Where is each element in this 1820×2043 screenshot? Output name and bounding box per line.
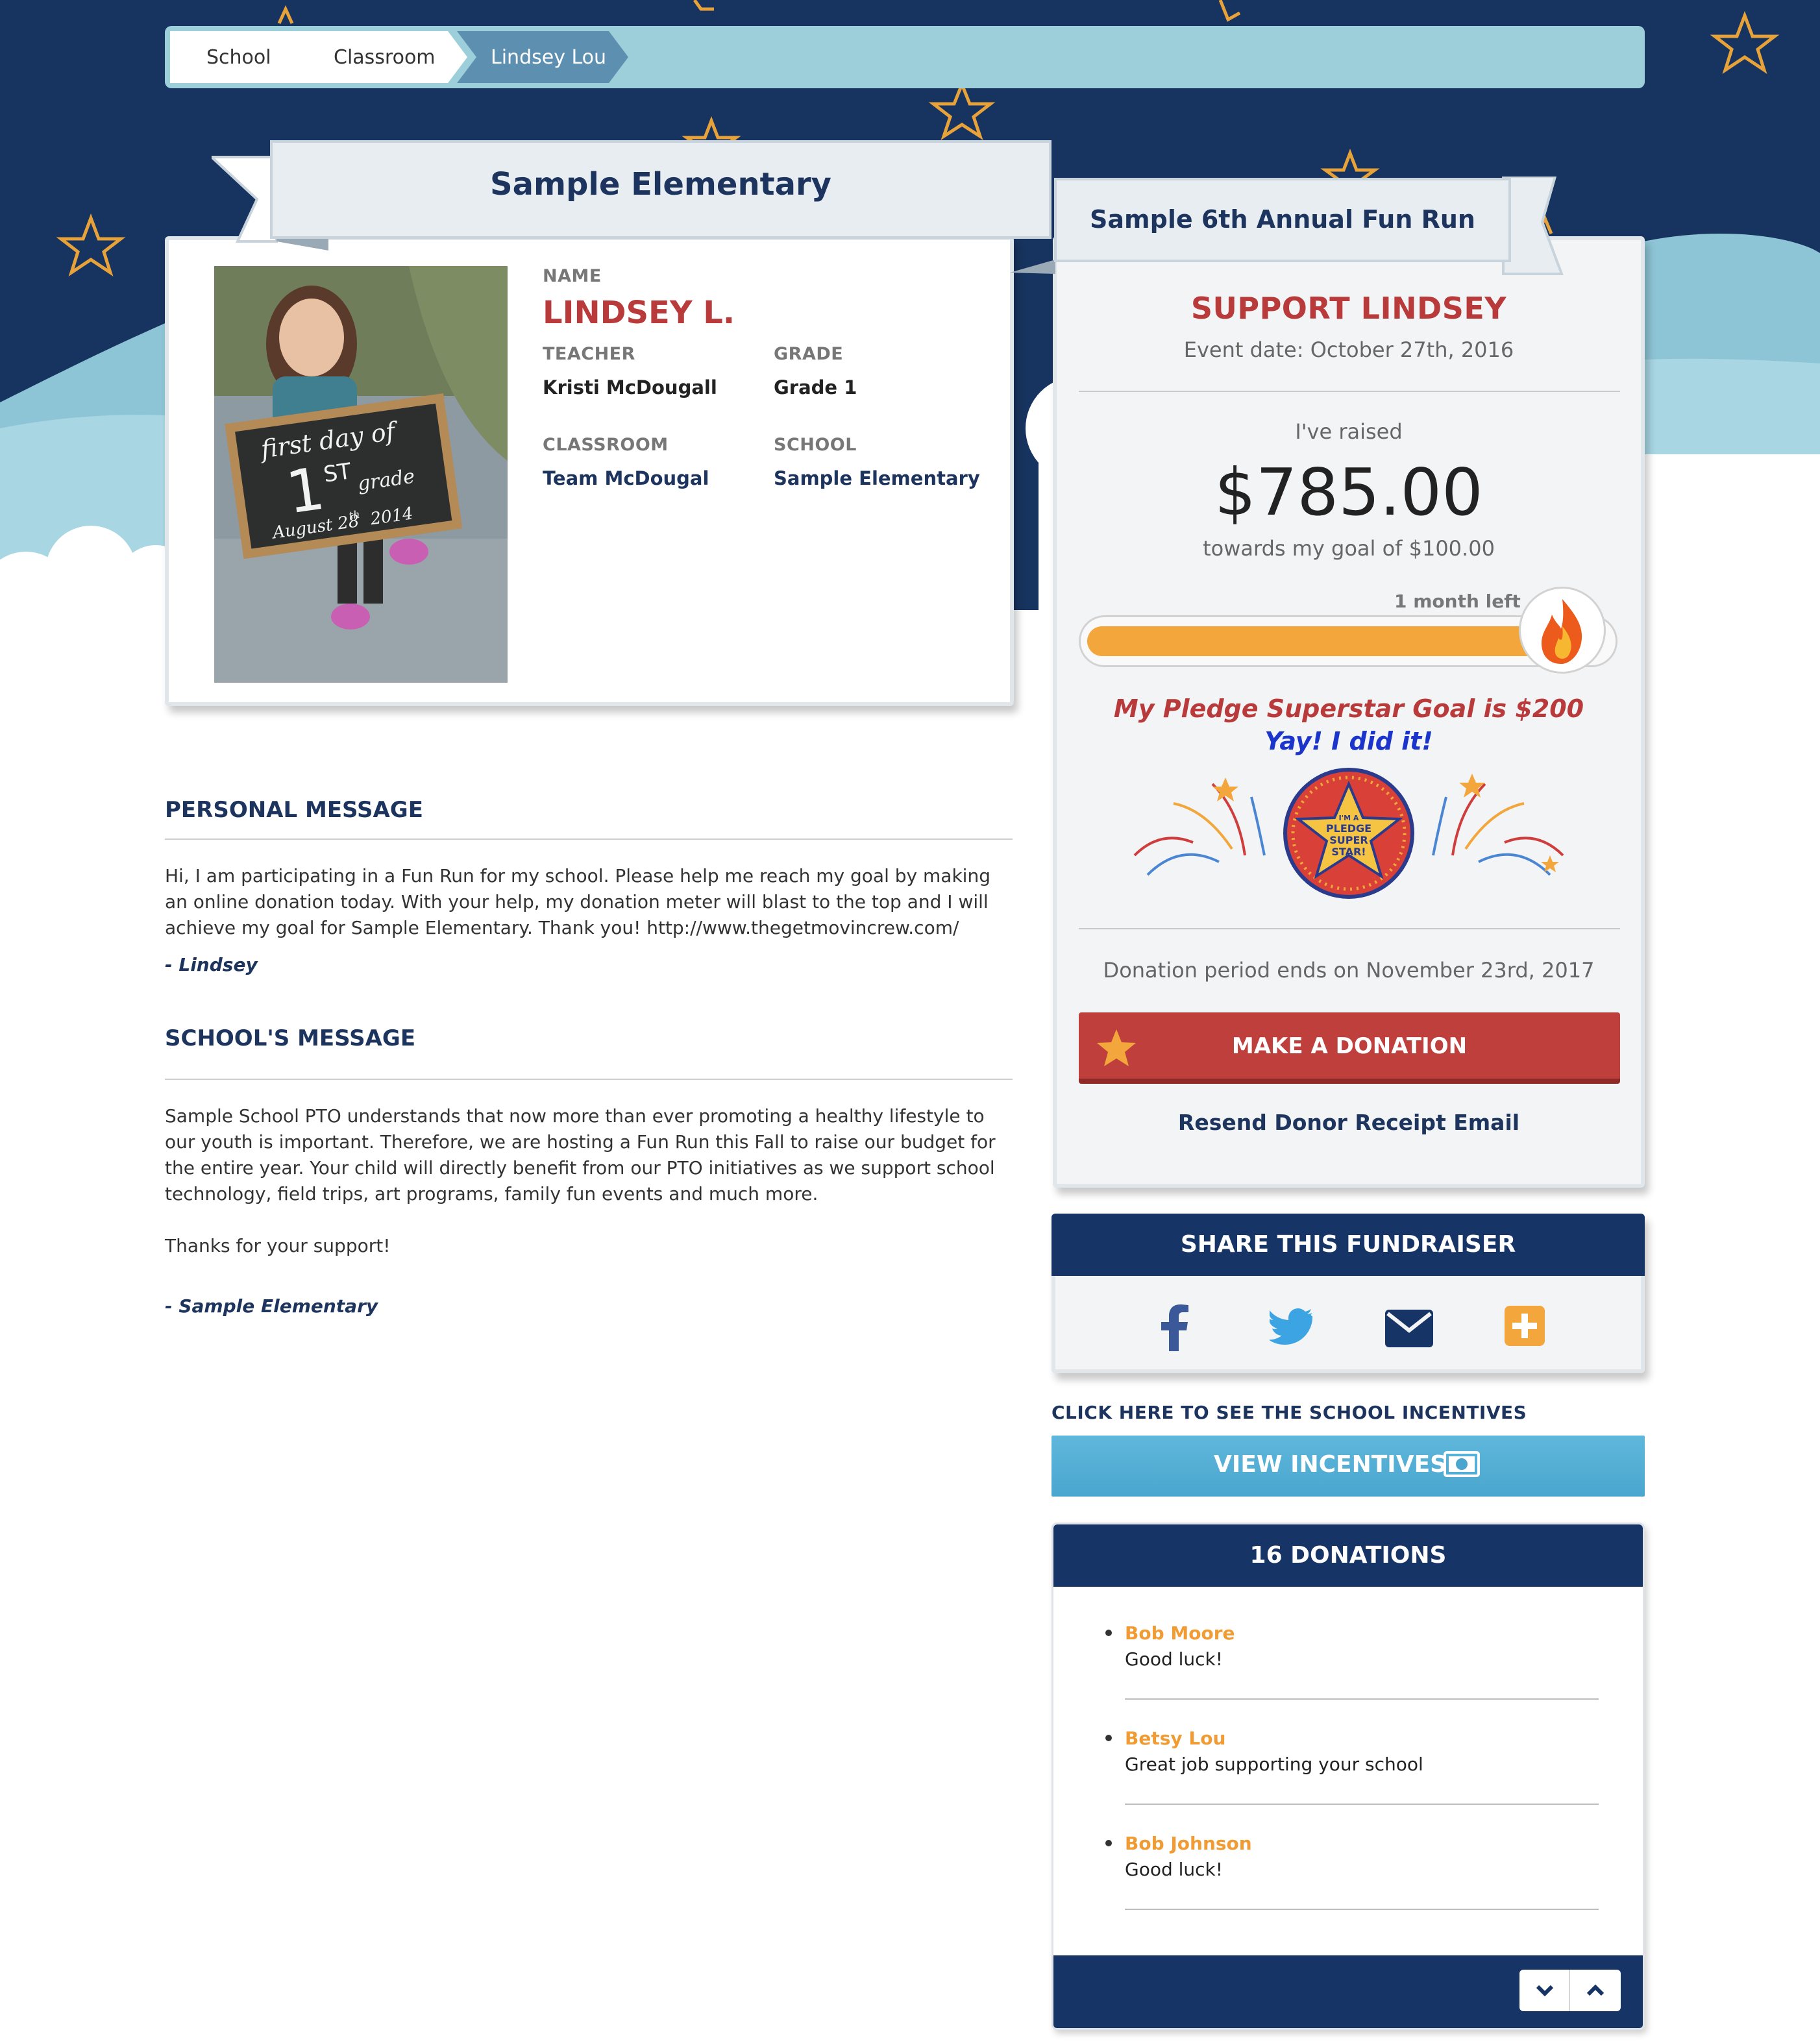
- event-date: Event date: October 27th, 2016: [1183, 337, 1514, 362]
- teacher-label: TEACHER: [543, 344, 635, 364]
- scroll-down-button[interactable]: [1519, 1970, 1570, 2011]
- breadcrumb-classroom-label: Classroom: [334, 45, 436, 69]
- resend-receipt-link[interactable]: Resend Donor Receipt Email: [1057, 1110, 1641, 1135]
- divider: [1079, 928, 1620, 929]
- school-message-title: SCHOOL'S MESSAGE: [165, 1025, 416, 1051]
- event-ribbon: Sample 6th Annual Fun Run: [984, 175, 1568, 280]
- divider: [1125, 1909, 1599, 1910]
- bullet: [1105, 1630, 1112, 1636]
- divider: [1125, 1698, 1599, 1700]
- flame-icon: [1519, 587, 1606, 674]
- goal-text: towards my goal of $100.00: [1203, 536, 1495, 561]
- donations-panel: 16 DONATIONS Bob Moore Good luck! Betsy …: [1051, 1523, 1645, 2030]
- facebook-icon[interactable]: [1159, 1304, 1189, 1354]
- grade-label: GRADE: [774, 344, 844, 364]
- school-message-thanks: Thanks for your support!: [165, 1235, 391, 1256]
- breadcrumb: School Classroom Lindsey Lou: [165, 26, 1645, 88]
- goal-achieved-text: Yay! I did it!: [1264, 727, 1433, 755]
- school-link[interactable]: Sample Elementary: [774, 467, 980, 489]
- breadcrumb-school-label: School: [206, 45, 271, 69]
- raised-label: I've raised: [1295, 419, 1403, 444]
- grade-value: Grade 1: [774, 376, 857, 398]
- view-incentives-label: VIEW INCENTIVES: [1214, 1451, 1447, 1478]
- support-card: SUPPORT LINDSEY Event date: October 27th…: [1053, 236, 1645, 1188]
- donation-item: Bob Moore Good luck!: [1105, 1621, 1599, 1700]
- donor-name: Bob Moore: [1125, 1622, 1235, 1644]
- donor-name: Betsy Lou: [1125, 1728, 1226, 1749]
- view-incentives-button[interactable]: VIEW INCENTIVES: [1051, 1436, 1645, 1497]
- make-donation-button[interactable]: MAKE A DONATION: [1079, 1012, 1620, 1084]
- pledge-superstar-badge: I'M A PLEDGE SUPER STAR!: [1122, 765, 1576, 901]
- donations-title: 16 DONATIONS: [1053, 1524, 1643, 1587]
- donations-footer: [1053, 1955, 1643, 2028]
- school-message-signature: - Sample Elementary: [165, 1295, 378, 1317]
- badge-line1: I'M A: [1339, 814, 1359, 822]
- breadcrumb-classroom[interactable]: Classroom: [297, 31, 467, 83]
- share-panel: SHARE THIS FUNDRAISER: [1051, 1214, 1645, 1373]
- school-ribbon-title: Sample Elementary: [490, 166, 831, 202]
- classroom-link[interactable]: Team McDougal: [543, 467, 709, 489]
- name-label: NAME: [543, 266, 602, 286]
- time-left: 1 month left: [1394, 591, 1521, 612]
- cash-icon: [1444, 1451, 1480, 1477]
- divider: [1125, 1804, 1599, 1805]
- incentives-cta: CLICK HERE TO SEE THE SCHOOL INCENTIVES: [1051, 1402, 1527, 1423]
- raised-amount: $785.00: [1214, 454, 1483, 530]
- support-title: SUPPORT LINDSEY: [1190, 291, 1507, 326]
- bullet: [1105, 1735, 1112, 1741]
- chalk-date-sup: th: [348, 508, 360, 522]
- bullet: [1105, 1840, 1112, 1846]
- badge-line4: STAR!: [1331, 846, 1366, 858]
- donor-message: Great job supporting your school: [1125, 1754, 1423, 1775]
- student-profile-card: first day of 1 ST grade August 28 th 201…: [165, 236, 1014, 706]
- scroll-up-button[interactable]: [1570, 1970, 1621, 2011]
- chevron-up-icon: [1586, 1984, 1605, 1996]
- donor-name: Bob Johnson: [1125, 1833, 1252, 1854]
- twitter-icon[interactable]: [1268, 1308, 1312, 1347]
- superstar-goal: My Pledge Superstar Goal is $200: [1113, 694, 1584, 723]
- divider: [1079, 391, 1620, 392]
- badge-line2: PLEDGE: [1326, 822, 1371, 835]
- breadcrumb-current-label: Lindsey Lou: [491, 45, 607, 69]
- badge-line3: SUPER: [1329, 834, 1368, 846]
- classroom-label: CLASSROOM: [543, 435, 669, 455]
- teacher-value: Kristi McDougall: [543, 376, 717, 398]
- personal-message-body: Hi, I am participating in a Fun Run for …: [165, 865, 990, 938]
- divider: [165, 1079, 1013, 1080]
- donor-message: Good luck!: [1125, 1648, 1223, 1670]
- chalk-sup: ST: [322, 458, 353, 488]
- email-icon[interactable]: [1385, 1310, 1433, 1350]
- divider: [165, 838, 1013, 840]
- donation-meter-fill: [1087, 626, 1542, 656]
- school-ribbon: Sample Elementary: [208, 138, 1055, 254]
- personal-message-signature: - Lindsey: [165, 954, 258, 975]
- school-message-body: Sample School PTO understands that now m…: [165, 1105, 996, 1205]
- donation-item: Bob Johnson Good luck!: [1105, 1831, 1599, 1910]
- donation-period-end: Donation period ends on November 23rd, 2…: [1103, 958, 1595, 983]
- student-photo: first day of 1 ST grade August 28 th 201…: [214, 266, 508, 683]
- donation-item: Betsy Lou Great job supporting your scho…: [1105, 1726, 1599, 1805]
- make-donation-label: MAKE A DONATION: [1231, 1033, 1468, 1059]
- share-title: SHARE THIS FUNDRAISER: [1051, 1214, 1645, 1276]
- personal-message-title: PERSONAL MESSAGE: [165, 797, 423, 823]
- donor-message: Good luck!: [1125, 1859, 1223, 1880]
- event-ribbon-title: Sample 6th Annual Fun Run: [1090, 205, 1475, 234]
- breadcrumb-current: Lindsey Lou: [457, 31, 628, 83]
- add-more-icon[interactable]: [1505, 1306, 1545, 1349]
- student-name: LINDSEY L.: [543, 295, 735, 331]
- school-label: SCHOOL: [774, 435, 857, 455]
- chevron-down-icon: [1536, 1985, 1554, 1997]
